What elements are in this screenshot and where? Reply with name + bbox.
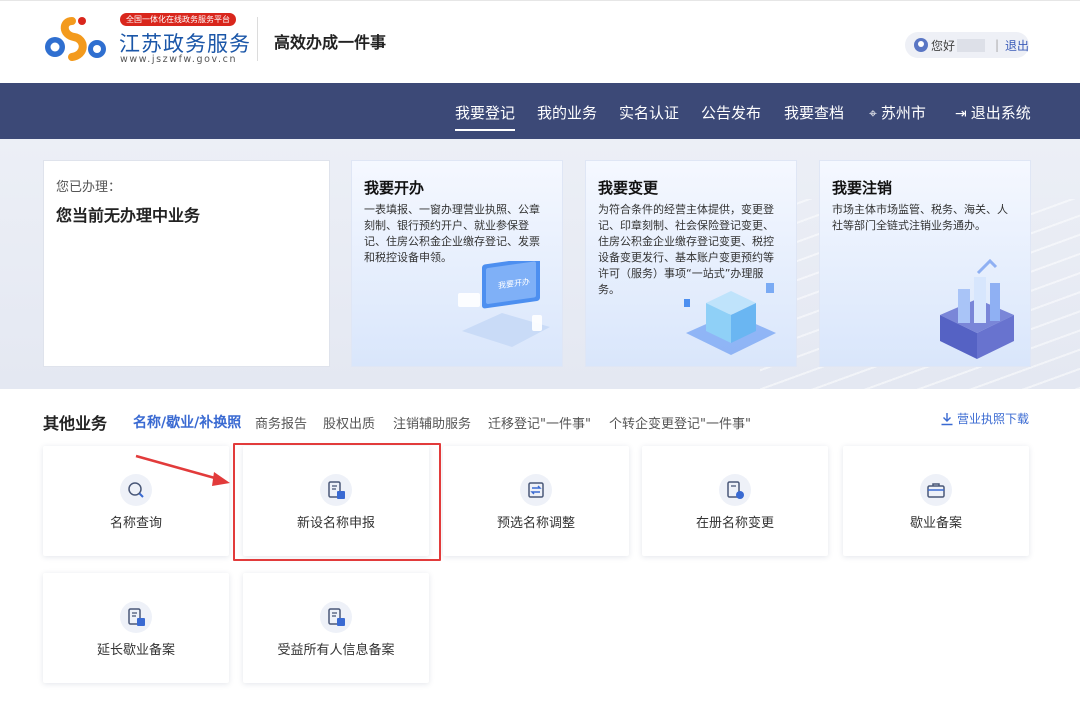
separator: | [994,38,1000,52]
red-arrow-annotation-icon [135,454,230,486]
start-business-card[interactable]: 我要开办 一表填报、一窗办理营业执照、公章刻制、银行预约开户、就业参保登记、住房… [351,160,563,367]
tab-individual-to-enterprise[interactable]: 个转企变更登记"一件事" [609,413,751,432]
biz-preselected-name-adjust[interactable]: 预选名称调整 [443,446,629,556]
download-icon [941,412,953,425]
card-desc: 市场主体市场监管、税务、海关、人社等部门全链式注销业务通办。 [832,203,1008,232]
nav-archive-query[interactable]: 我要查档 [784,102,844,123]
license-download-link[interactable]: 营业执照下载 [940,410,1029,427]
card-title: 我要注销 [832,179,893,197]
site-slogan: 高效办成一件事 [274,33,387,52]
box-illustration-icon [940,258,1014,359]
main-nav: 我要登记 我的业务 实名认证 公告发布 我要查档 ⌖ 苏州市 ⇥ 退出系统 [0,83,1080,139]
logout-link[interactable]: 退出 [1005,37,1029,54]
cancel-business-card[interactable]: 我要注销 市场主体市场监管、税务、海关、人社等部门全链式注销业务通办。 [819,160,1031,367]
greeting-text: 您好 [930,38,955,53]
exit-icon: ⇥ [955,106,967,122]
biz-label: 歇业备案 [909,516,962,531]
name-adjust-icon [520,474,552,506]
tab-name-closure-license[interactable]: 名称/歇业/补换照 [133,412,241,432]
biz-extend-closure-filing[interactable]: 延长歇业备案 [43,573,229,683]
briefcase-icon [920,474,952,506]
user-avatar-icon [914,38,928,52]
nav-exit-system[interactable]: ⇥ 退出系统 [955,102,1031,123]
biz-label: 受益所有人信息备案 [277,643,395,658]
biz-closure-filing[interactable]: 歇业备案 [843,446,1029,556]
biz-label: 延长歇业备案 [96,643,175,658]
name-change-icon [719,474,751,506]
section-title: 其他业务 [43,414,108,433]
nav-my-business[interactable]: 我的业务 [537,102,597,123]
biz-label: 预选名称调整 [496,516,575,531]
site-url: www.jszwfw.gov.cn [120,54,238,65]
status-label: 您已办理： [56,180,122,195]
status-value: 您当前无办理中业务 [56,206,201,225]
download-label: 营业执照下载 [957,412,1030,426]
city-label: 苏州市 [880,104,926,122]
highlight-annotation-box [233,443,441,561]
exit-label: 退出系统 [970,104,1031,122]
extend-filing-icon [120,601,152,633]
hero-section: 您已办理： 您当前无办理中业务 我要开办 一表填报、一窗办理营业执照、公章刻制、… [0,139,1080,389]
nav-announcement[interactable]: 公告发布 [701,102,761,123]
tab-business-report[interactable]: 商务报告 [255,413,307,432]
location-pin-icon: ⌖ [869,106,877,122]
business-status-card: 您已办理： 您当前无办理中业务 [43,160,330,367]
change-business-card[interactable]: 我要变更 为符合条件的经营主体提供，变更登记、印章刻制、社会保险登记变更、住房公… [585,160,797,367]
jiangsu-logo-icon[interactable] [42,13,112,63]
nav-city-selector[interactable]: ⌖ 苏州市 [869,102,926,123]
biz-registered-name-change[interactable]: 在册名称变更 [642,446,828,556]
tab-equity-pledge[interactable]: 股权出质 [323,413,375,432]
biz-beneficiary-info-filing[interactable]: 受益所有人信息备案 [243,573,429,683]
biz-label: 名称查询 [109,516,162,531]
user-menu[interactable]: 您好 | 退出 [905,32,1029,58]
nav-real-name-auth[interactable]: 实名认证 [619,102,679,123]
monitor-illustration-icon: 我要开办 [458,261,550,347]
tab-relocation[interactable]: 迁移登记"一件事" [488,413,591,432]
masked-username [956,38,985,52]
nav-register[interactable]: 我要登记 [455,102,516,131]
card-title: 我要开办 [364,179,425,197]
top-header: 全国一体化在线政务服务平台 江苏政务服务 www.jszwfw.gov.cn 高… [0,0,1080,83]
header-divider [257,17,258,61]
tab-deregistration-aid[interactable]: 注销辅助服务 [393,413,471,432]
biz-label: 在册名称变更 [695,516,774,531]
platform-badge: 全国一体化在线政务服务平台 [120,13,236,26]
cube-illustration-icon [684,283,776,355]
card-desc: 一表填报、一窗办理营业执照、公章刻制、银行预约开户、就业参保登记、住房公积金企业… [364,203,540,264]
card-title: 我要变更 [598,179,659,197]
beneficiary-filing-icon [320,601,352,633]
